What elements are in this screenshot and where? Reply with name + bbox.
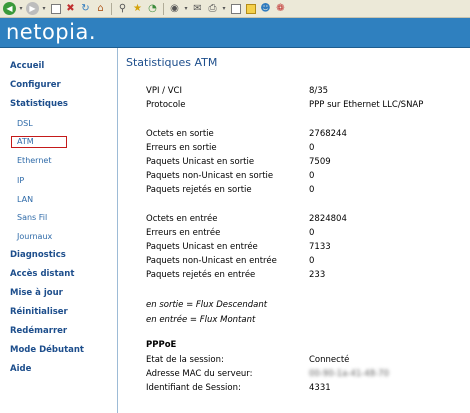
pppoe-value: 4331 [309, 383, 331, 393]
media-dropdown-icon[interactable]: ▾ [183, 2, 189, 15]
stat-value: 0 [309, 143, 315, 153]
page-title: Statistiques ATM [126, 56, 218, 69]
stat-row: Paquets Unicast en entrée 7133 [146, 242, 466, 256]
nav-sub-dsl[interactable]: DSL [17, 119, 33, 128]
pppoe-label: Adresse MAC du serveur: [146, 369, 253, 379]
browser-toolbar: ◀ ▾ ▶ ▾ ✖ ↻ ⌂ ⚲ ★ ◔ ◉ ▾ ✉ ⎙ ▾ ☻ ❁ [0, 0, 470, 18]
netopia-logo: netopia. [6, 20, 97, 44]
nav-sub-ethernet[interactable]: Ethernet [17, 156, 51, 165]
stat-value: 2768244 [309, 129, 347, 139]
stat-label: Paquets rejetés en sortie [146, 185, 252, 195]
nav-redemarrer[interactable]: Redémarrer [10, 326, 67, 336]
stat-value: 0 [309, 228, 315, 238]
edit-icon[interactable] [229, 2, 242, 15]
stat-label: Paquets non-Unicast en sortie [146, 171, 274, 181]
stat-value: 0 [309, 185, 315, 195]
media-icon[interactable]: ◉ [168, 2, 181, 15]
stat-row: Octets en entrée 2824804 [146, 214, 466, 228]
sidebar-nav: Accueil Configurer Statistiques DSL ATM … [0, 48, 118, 413]
header-bar: netopia. [0, 18, 470, 48]
print-icon[interactable]: ⎙ [206, 2, 219, 15]
stat-value: 0 [309, 171, 315, 181]
nav-acces-distant[interactable]: Accès distant [10, 269, 74, 279]
nav-sub-atm[interactable]: ATM [11, 136, 67, 148]
stat-row: Erreurs en sortie 0 [146, 143, 466, 157]
nav-diagnostics[interactable]: Diagnostics [10, 250, 66, 260]
document-icon[interactable] [49, 2, 62, 15]
refresh-icon[interactable]: ↻ [79, 2, 92, 15]
nav-sub-sans-fil[interactable]: Sans Fil [17, 213, 47, 222]
stat-value: 8/35 [309, 86, 329, 96]
stat-value: 0 [309, 256, 315, 266]
nav-aide[interactable]: Aide [10, 364, 31, 374]
forward-dropdown-icon[interactable]: ▾ [41, 2, 47, 15]
main-content: Statistiques ATM VPI / VCI 8/35 Protocol… [119, 48, 470, 413]
stat-label: VPI / VCI [146, 86, 182, 96]
nav-sub-ip[interactable]: IP [17, 176, 24, 185]
stat-value: 233 [309, 270, 326, 280]
stat-label: Octets en sortie [146, 129, 214, 139]
mail-icon[interactable]: ✉ [191, 2, 204, 15]
pppoe-row: Identifiant de Session: 4331 [146, 383, 466, 397]
stat-value: 7509 [309, 157, 331, 167]
favorites-star-icon[interactable]: ★ [131, 2, 144, 15]
stat-label: Erreurs en entrée [146, 228, 221, 238]
back-dropdown-icon[interactable]: ▾ [18, 2, 24, 15]
print-dropdown-icon[interactable]: ▾ [221, 2, 227, 15]
stat-row: Paquets non-Unicast en sortie 0 [146, 171, 466, 185]
stat-value: 2824804 [309, 214, 347, 224]
search-icon[interactable]: ⚲ [116, 2, 129, 15]
stat-row: Paquets non-Unicast en entrée 0 [146, 256, 466, 270]
stat-label: Paquets Unicast en entrée [146, 242, 258, 252]
stat-row: VPI / VCI 8/35 [146, 86, 466, 100]
stat-label: Paquets rejetés en entrée [146, 270, 256, 280]
pppoe-row: Etat de la session: Connecté [146, 355, 466, 369]
stat-value: PPP sur Ethernet LLC/SNAP [309, 100, 424, 110]
stat-label: Octets en entrée [146, 214, 218, 224]
nav-accueil[interactable]: Accueil [10, 61, 44, 71]
stat-label: Protocole [146, 100, 186, 110]
back-icon[interactable]: ◀ [3, 2, 16, 15]
history-icon[interactable]: ◔ [146, 2, 159, 15]
stat-row: Protocole PPP sur Ethernet LLC/SNAP [146, 100, 466, 114]
stat-value: 7133 [309, 242, 331, 252]
pppoe-label: Etat de la session: [146, 355, 224, 365]
nav-configurer[interactable]: Configurer [10, 80, 61, 90]
nav-sub-lan[interactable]: LAN [17, 195, 33, 204]
stat-row: Octets en sortie 2768244 [146, 129, 466, 143]
folder-icon[interactable] [244, 2, 257, 15]
pppoe-value: Connecté [309, 355, 350, 365]
stop-icon[interactable]: ✖ [64, 2, 77, 15]
stat-label: Paquets Unicast en sortie [146, 157, 255, 167]
messenger-icon[interactable]: ☻ [259, 2, 272, 15]
nav-mode-debutant[interactable]: Mode Débutant [10, 345, 84, 355]
tool-icon[interactable]: ❁ [274, 2, 287, 15]
legend-note: en entrée = Flux Montant [146, 315, 256, 325]
nav-mise-a-jour[interactable]: Mise à jour [10, 288, 63, 298]
pppoe-label: Identifiant de Session: [146, 383, 241, 393]
home-icon[interactable]: ⌂ [94, 2, 107, 15]
nav-statistiques[interactable]: Statistiques [10, 99, 68, 109]
pppoe-row: Adresse MAC du serveur: 00-90-1a-41-48-7… [146, 369, 466, 383]
nav-reinitialiser[interactable]: Réinitialiser [10, 307, 68, 317]
server-mac-value: 00-90-1a-41-48-70 [309, 369, 390, 379]
stat-label: Erreurs en sortie [146, 143, 217, 153]
pppoe-section-title: PPPoE [146, 340, 177, 350]
stat-label: Paquets non-Unicast en entrée [146, 256, 277, 266]
forward-icon[interactable]: ▶ [26, 2, 39, 15]
nav-sub-journaux[interactable]: Journaux [17, 232, 52, 241]
legend-note: en sortie = Flux Descendant [146, 300, 268, 310]
stat-row: Paquets rejetés en entrée 233 [146, 270, 466, 284]
stat-row: Paquets rejetés en sortie 0 [146, 185, 466, 199]
stat-row: Erreurs en entrée 0 [146, 228, 466, 242]
toolbar-divider [163, 2, 164, 15]
stat-row: Paquets Unicast en sortie 7509 [146, 157, 466, 171]
toolbar-divider [111, 2, 112, 15]
